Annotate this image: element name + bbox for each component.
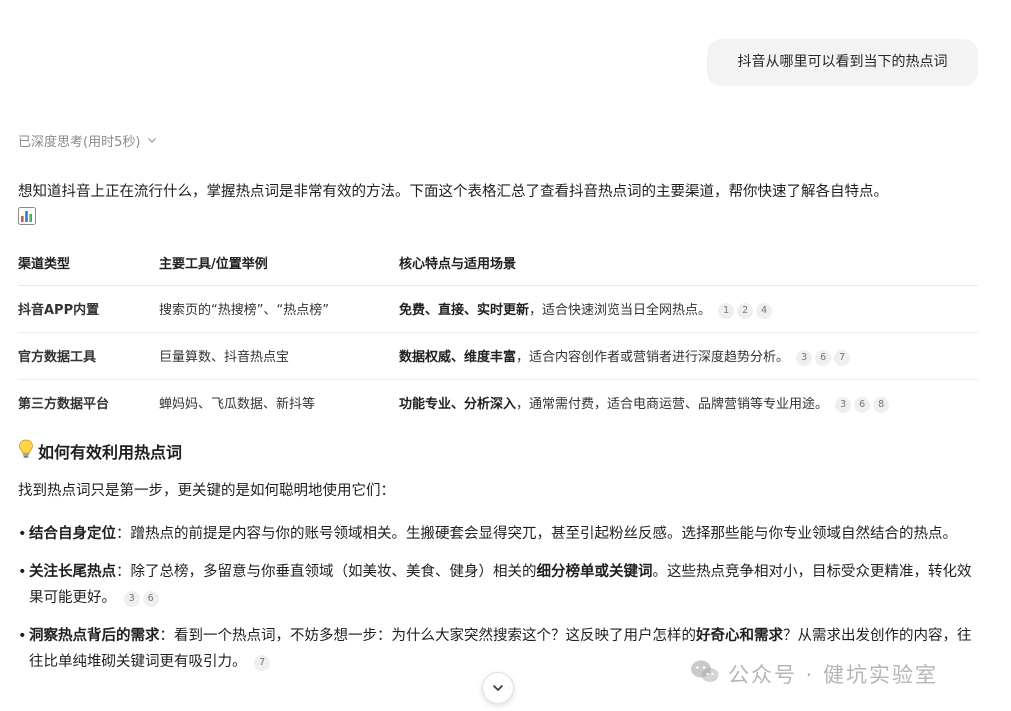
- citation-badge[interactable]: 7: [834, 349, 851, 366]
- channel-type-cell: 官方数据工具: [18, 332, 159, 380]
- feature-bold: 功能专业、分析深入: [399, 396, 517, 412]
- wechat-icon: [690, 659, 720, 690]
- list-item: • 关注长尾热点：除了总榜，多留意与你垂直领域（如美妆、美食、健身）相关的细分榜…: [18, 559, 978, 611]
- features-cell: 数据权威、维度丰富，适合内容创作者或营销者进行深度趋势分析。 367: [399, 332, 978, 380]
- bullet-icon: •: [18, 526, 27, 542]
- feature-rest: ，通常需付费，适合电商运营、品牌营销等专业用途。: [516, 396, 829, 412]
- citation-badge[interactable]: 3: [835, 396, 852, 413]
- citation-badge[interactable]: 6: [815, 349, 832, 366]
- bar-chart-emoji-icon: [18, 207, 36, 234]
- intro-paragraph: 想知道抖音上正在流行什么，掌握热点词是非常有效的方法。下面这个表格汇总了查看抖音…: [18, 179, 978, 234]
- tools-cell: 巨量算数、抖音热点宝: [159, 332, 399, 380]
- feature-rest: ，适合快速浏览当日全网热点。: [529, 302, 712, 318]
- tip-term: 关注长尾热点: [29, 564, 116, 580]
- watermark-text: 公众号 · 健坑实验室: [728, 663, 939, 687]
- list-item: • 结合自身定位：蹭热点的前提是内容与你的账号领域相关。生搬硬套会显得突兀，甚至…: [18, 521, 978, 547]
- tip-text: ：看到一个热点词，不妨多想一步：为什么大家突然搜索这个？这反映了用户怎样的: [159, 628, 697, 644]
- header-features: 核心特点与适用场景: [399, 241, 978, 286]
- section-heading: 如何有效利用热点词: [18, 439, 182, 463]
- tip-text: ：除了总榜，多留意与你垂直领域（如美妆、美食、健身）相关的: [116, 564, 537, 580]
- tip-highlight: 细分榜单或关键词: [536, 564, 653, 580]
- tip-text: ：蹭热点的前提是内容与你的账号领域相关。生搬硬套会显得突兀，甚至引起粉丝反感。选…: [116, 526, 957, 542]
- intro-text: 想知道抖音上正在流行什么，掌握热点词是非常有效的方法。下面这个表格汇总了查看抖音…: [18, 184, 888, 200]
- scroll-down-button[interactable]: [482, 672, 514, 704]
- user-message-text: 抖音从哪里可以看到当下的热点词: [737, 54, 948, 70]
- feature-bold: 免费、直接、实时更新: [399, 302, 530, 318]
- tools-cell: 蝉妈妈、飞瓜数据、新抖等: [159, 397, 316, 413]
- channel-type-cell: 抖音APP内置: [18, 285, 159, 333]
- chevron-down-icon: [492, 679, 504, 698]
- features-cell: 免费、直接、实时更新，适合快速浏览当日全网热点。 124: [399, 285, 978, 333]
- tip-term: 结合自身定位: [29, 526, 116, 542]
- chevron-down-icon: [146, 134, 158, 146]
- channel-type-cell: 第三方数据平台: [18, 397, 110, 413]
- header-channel-type: 渠道类型: [18, 241, 159, 286]
- header-tools: 主要工具/位置举例: [159, 241, 399, 286]
- channels-table: 渠道类型 主要工具/位置举例 核心特点与适用场景 抖音APP内置 搜索页的“热搜…: [18, 241, 978, 426]
- thinking-toggle[interactable]: 已深度思考(用时5秒): [18, 130, 158, 150]
- citation-badge[interactable]: 3: [796, 349, 813, 366]
- bullet-icon: •: [18, 628, 27, 644]
- bullet-icon: •: [18, 564, 27, 580]
- table-row: 抖音APP内置 搜索页的“热搜榜”、“热点榜” 免费、直接、实时更新，适合快速浏…: [18, 285, 978, 333]
- table-header-row: 渠道类型 主要工具/位置举例 核心特点与适用场景: [18, 241, 978, 286]
- lightbulb-icon: [18, 439, 34, 463]
- user-message-bubble: 抖音从哪里可以看到当下的热点词: [707, 39, 978, 86]
- citation-badge[interactable]: 4: [756, 302, 773, 319]
- tip-term: 洞察热点背后的需求: [29, 628, 160, 644]
- citation-badge[interactable]: 3: [123, 591, 140, 607]
- feature-rest: ，适合内容创作者或营销者进行深度趋势分析。: [516, 349, 790, 365]
- feature-bold: 数据权威、维度丰富: [399, 349, 517, 365]
- features-cell: 功能专业、分析深入，通常需付费，适合电商运营、品牌营销等专业用途。 368: [399, 379, 978, 426]
- citation-badge[interactable]: 6: [854, 396, 871, 413]
- table-row: 第三方数据平台 蝉妈妈、飞瓜数据、新抖等 功能专业、分析深入，通常需付费，适合电…: [18, 379, 978, 426]
- citation-badge[interactable]: 8: [873, 396, 890, 413]
- section-title: 如何有效利用热点词: [38, 443, 183, 462]
- citation-badge[interactable]: 6: [142, 591, 159, 607]
- thinking-label: 已深度思考(用时5秒): [18, 134, 141, 150]
- citation-badge[interactable]: 7: [254, 655, 271, 671]
- citation-badge[interactable]: 2: [737, 302, 754, 319]
- citation-badge[interactable]: 1: [718, 302, 735, 319]
- tools-cell: 搜索页的“热搜榜”、“热点榜”: [159, 285, 399, 333]
- table-row: 官方数据工具 巨量算数、抖音热点宝 数据权威、维度丰富，适合内容创作者或营销者进…: [18, 332, 978, 380]
- watermark: 公众号 · 健坑实验室: [690, 656, 938, 692]
- tip-highlight: 好奇心和需求: [696, 628, 783, 644]
- section-lead: 找到热点词只是第一步，更关键的是如何聪明地使用它们：: [18, 483, 395, 499]
